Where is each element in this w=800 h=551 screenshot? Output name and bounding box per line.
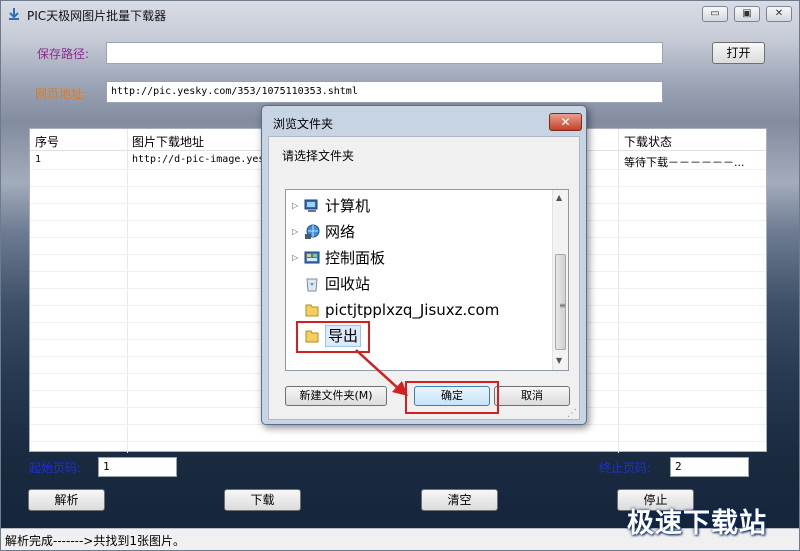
expand-arrow-icon[interactable]: ▷ — [292, 220, 302, 244]
start-page-label: 起始页码: — [29, 461, 82, 475]
parse-button[interactable]: 解析 — [28, 489, 105, 511]
url-label: 网页地址: — [35, 87, 88, 101]
clear-button[interactable]: 清空 — [421, 489, 498, 511]
url-input[interactable]: http://pic.yesky.com/353/1075110353.shtm… — [106, 81, 663, 103]
tree-scrollbar[interactable]: ▲ ≡ ▼ — [552, 190, 568, 370]
network-icon — [305, 224, 320, 239]
scroll-down-icon[interactable]: ▼ — [556, 356, 562, 365]
column-header-index[interactable]: 序号 — [35, 133, 59, 150]
column-divider — [127, 129, 128, 453]
end-page-label: 终止页码: — [599, 461, 652, 475]
column-divider — [618, 129, 619, 453]
column-header-status[interactable]: 下载状态 — [624, 133, 672, 150]
maximize-button[interactable]: ▣ — [734, 6, 760, 22]
computer-icon — [304, 199, 318, 212]
status-text: 解析完成------->共找到1张图片。 — [5, 534, 186, 548]
start-page-input[interactable]: 1 — [98, 457, 177, 477]
cancel-button[interactable]: 取消 — [494, 386, 570, 406]
dialog-close-button[interactable]: ✕ — [549, 113, 582, 131]
scrollbar-thumb[interactable]: ≡ — [555, 254, 566, 350]
row-index: 1 — [35, 154, 42, 165]
end-page-input[interactable]: 2 — [670, 457, 749, 477]
column-header-url[interactable]: 图片下载地址 — [132, 133, 204, 150]
browse-folder-dialog: 浏览文件夹 ✕ 请选择文件夹 ▷ 计算机 ▷ 网络 ▷ 控制面板 回收站 pic… — [261, 105, 587, 425]
minimize-button[interactable]: ▭ — [702, 6, 728, 22]
expand-arrow-icon[interactable]: ▷ — [292, 246, 302, 270]
download-arrow-icon — [9, 8, 19, 20]
expand-arrow-icon[interactable]: ▷ — [292, 194, 302, 218]
annotation-arrow-icon — [355, 349, 408, 396]
folder-icon — [305, 304, 319, 317]
row-url: http://d-pic-image.yes — [132, 154, 262, 165]
grip-icon: ≡ — [559, 301, 566, 310]
dialog-prompt: 请选择文件夹 — [282, 149, 355, 163]
scroll-up-icon[interactable]: ▲ — [556, 193, 562, 202]
control-panel-icon — [304, 251, 320, 264]
row-status: 等待下载－－－－－－... — [624, 156, 745, 169]
dialog-title: 浏览文件夹 — [273, 117, 334, 131]
download-button[interactable]: 下载 — [224, 489, 301, 511]
title-bar: PIC天极网图片批量下载器 ▭ ▣ ✕ — [1, 1, 799, 29]
save-path-label: 保存路径: — [37, 47, 90, 61]
app-window: PIC天极网图片批量下载器 ▭ ▣ ✕ 保存路径: 打开 网页地址: http:… — [0, 0, 800, 551]
window-title: PIC天极网图片批量下载器 — [27, 9, 167, 23]
close-button[interactable]: ✕ — [766, 6, 792, 22]
save-path-input[interactable] — [106, 42, 663, 64]
open-button[interactable]: 打开 — [712, 42, 765, 64]
recycle-bin-icon — [306, 278, 318, 292]
dialog-body: 请选择文件夹 ▷ 计算机 ▷ 网络 ▷ 控制面板 回收站 pictjtpplxz… — [268, 136, 580, 420]
site-watermark: 极速下载站 — [627, 508, 767, 539]
resize-grip-icon[interactable]: ⋰ — [567, 408, 577, 419]
